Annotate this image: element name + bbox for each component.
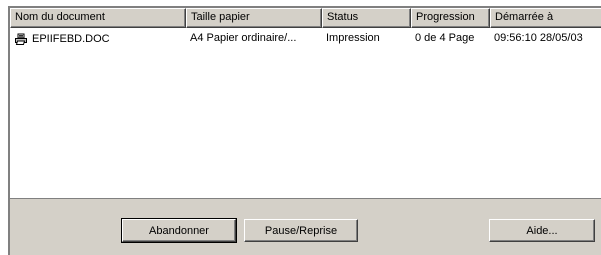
column-header-status[interactable]: Status xyxy=(322,8,411,28)
help-prefix: A xyxy=(526,224,534,237)
print-queue-list[interactable]: Nom du document Taille papier Status Pro… xyxy=(8,6,601,198)
column-header-paper-size[interactable]: Taille papier xyxy=(186,8,322,28)
abandon-button[interactable]: Abandonner xyxy=(121,218,237,243)
column-header-started-at[interactable]: Démarrée à xyxy=(490,8,601,28)
cell-started-at: 09:56:10 28/05/03 xyxy=(494,32,583,44)
help-button[interactable]: Aide... xyxy=(489,219,595,242)
cell-document-name: EPIIFEBD.DOC xyxy=(10,30,186,48)
column-header-progress[interactable]: Progression xyxy=(411,8,490,28)
document-name: EPIIFEBD.DOC xyxy=(32,33,110,45)
printer-document-icon xyxy=(15,33,27,45)
pause-label: ause/Reprise xyxy=(272,224,338,237)
cell-paper-size: A4 Papier ordinaire/... xyxy=(190,32,297,44)
abandon-label: bandonner xyxy=(156,224,209,237)
help-label: de... xyxy=(536,224,558,237)
cell-progress: 0 de 4 Page xyxy=(415,32,475,44)
list-header: Nom du document Taille papier Status Pro… xyxy=(10,8,601,28)
pause-resume-button[interactable]: Pause/Reprise xyxy=(244,219,358,242)
print-progress-window: Nom du document Taille papier Status Pro… xyxy=(0,0,601,255)
button-panel: Abandonner Pause/Reprise Aide... xyxy=(8,198,601,255)
table-row[interactable]: EPIIFEBD.DOC A4 Papier ordinaire/... Imp… xyxy=(10,30,601,48)
cell-status: Impression xyxy=(326,32,380,44)
column-header-document-name[interactable]: Nom du document xyxy=(10,8,186,28)
